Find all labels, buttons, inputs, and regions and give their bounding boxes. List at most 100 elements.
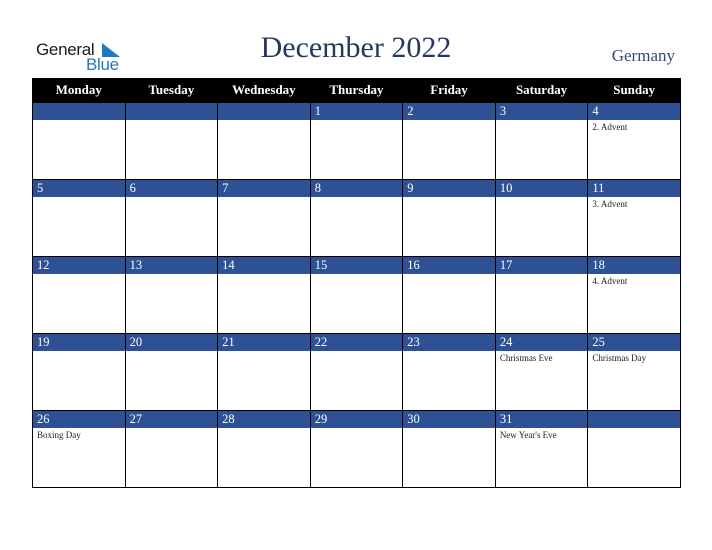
holiday-label xyxy=(126,428,218,430)
day-cell[interactable]: 25 Christmas Day xyxy=(587,333,681,411)
holiday-label: 3. Advent xyxy=(592,199,628,209)
day-number: 26 xyxy=(33,411,125,428)
day-number: 15 xyxy=(310,257,403,274)
week-row: 5 6 7 8 9 10 11 3. Advent xyxy=(32,179,681,257)
holiday-label xyxy=(311,120,403,122)
day-cell[interactable]: 3 xyxy=(494,102,589,180)
weekday-header-tuesday: Tuesday xyxy=(124,78,219,103)
day-cell[interactable]: 16 xyxy=(402,256,496,334)
day-number: 11 xyxy=(588,180,680,197)
day-number: 8 xyxy=(310,180,403,197)
day-cell[interactable]: 20 xyxy=(124,333,219,411)
day-cell[interactable]: 18 4. Advent xyxy=(587,256,681,334)
day-cell[interactable]: 2 xyxy=(402,102,496,180)
day-number: 31 xyxy=(495,411,588,428)
holiday-label: New Year's Eve xyxy=(499,430,557,440)
day-cell[interactable]: 23 xyxy=(402,333,496,411)
day-cell[interactable]: 29 xyxy=(309,410,404,488)
holiday-label xyxy=(33,351,125,353)
holiday-label xyxy=(218,428,310,430)
day-cell[interactable] xyxy=(217,102,311,180)
holiday-label xyxy=(311,274,403,276)
day-cell[interactable]: 14 xyxy=(217,256,311,334)
holiday-label xyxy=(126,120,218,122)
holiday-label xyxy=(218,120,310,122)
week-row: 12 13 14 15 16 17 18 4. Advent xyxy=(32,256,681,334)
day-cell[interactable] xyxy=(32,102,126,180)
holiday-label xyxy=(126,197,218,199)
holiday-label: Christmas Day xyxy=(592,353,647,363)
day-cell[interactable]: 13 xyxy=(124,256,219,334)
day-number: 7 xyxy=(218,180,310,197)
holiday-label xyxy=(311,351,403,353)
day-cell[interactable]: 22 xyxy=(309,333,404,411)
day-cell[interactable]: 5 xyxy=(32,179,126,257)
day-cell[interactable]: 24 Christmas Eve xyxy=(494,333,589,411)
weekday-header-friday: Friday xyxy=(402,78,496,103)
week-row: 19 20 21 22 23 24 Christmas Eve 25 Christmas Day xyxy=(32,333,681,411)
day-cell[interactable]: 10 xyxy=(494,179,589,257)
day-cell[interactable]: 8 xyxy=(309,179,404,257)
day-number: 9 xyxy=(403,180,495,197)
day-cell[interactable]: 6 xyxy=(124,179,219,257)
day-number: 4 xyxy=(588,103,680,120)
holiday-label xyxy=(403,120,495,122)
holiday-label xyxy=(496,197,588,199)
day-cell[interactable]: 1 xyxy=(309,102,404,180)
day-number: 12 xyxy=(33,257,125,274)
day-cell[interactable]: 30 xyxy=(402,410,496,488)
day-cell[interactable]: 17 xyxy=(494,256,589,334)
day-cell[interactable]: 7 xyxy=(217,179,311,257)
day-cell[interactable]: 15 xyxy=(309,256,404,334)
holiday-label xyxy=(496,120,588,122)
day-cell[interactable] xyxy=(124,102,219,180)
day-number: 29 xyxy=(310,411,403,428)
day-cell[interactable]: 26 Boxing Day xyxy=(32,410,126,488)
page-title: December 2022 xyxy=(260,31,452,64)
weekday-header-saturday: Saturday xyxy=(494,78,589,103)
country-label: Germany xyxy=(611,46,675,65)
day-number: 25 xyxy=(588,334,680,351)
holiday-label xyxy=(33,274,125,276)
day-number: 6 xyxy=(125,180,218,197)
holiday-label xyxy=(126,351,218,353)
holiday-label xyxy=(496,274,588,276)
holiday-label xyxy=(588,428,680,430)
day-cell[interactable]: 28 xyxy=(217,410,311,488)
day-number: 10 xyxy=(495,180,588,197)
day-cell[interactable]: 19 xyxy=(32,333,126,411)
day-number xyxy=(33,103,125,120)
day-cell[interactable]: 4 2. Advent xyxy=(587,102,681,180)
week-row: 26 Boxing Day 27 28 29 30 31 New Year's Eve xyxy=(32,410,681,488)
holiday-label: Christmas Eve xyxy=(499,353,553,363)
day-number xyxy=(218,103,310,120)
day-number: 18 xyxy=(588,257,680,274)
holiday-label xyxy=(311,197,403,199)
day-number: 30 xyxy=(403,411,495,428)
holiday-label xyxy=(311,428,403,430)
holiday-label xyxy=(218,274,310,276)
holiday-label xyxy=(33,120,125,122)
day-number xyxy=(588,411,680,428)
day-cell[interactable]: 11 3. Advent xyxy=(587,179,681,257)
day-cell[interactable]: 21 xyxy=(217,333,311,411)
day-number: 23 xyxy=(403,334,495,351)
day-cell[interactable]: 12 xyxy=(32,256,126,334)
week-row: 1 2 3 4 2. Advent xyxy=(32,102,681,180)
day-cell[interactable]: 27 xyxy=(124,410,219,488)
holiday-label xyxy=(126,274,218,276)
day-number: 13 xyxy=(125,257,218,274)
day-number: 24 xyxy=(495,334,588,351)
day-number: 28 xyxy=(218,411,310,428)
weekday-header-sunday: Sunday xyxy=(587,78,681,103)
day-cell[interactable]: 31 New Year's Eve xyxy=(494,410,589,488)
holiday-label xyxy=(33,197,125,199)
day-cell[interactable] xyxy=(587,410,681,488)
weekday-header-wednesday: Wednesday xyxy=(217,78,311,103)
day-number: 3 xyxy=(495,103,588,120)
day-cell[interactable]: 9 xyxy=(402,179,496,257)
weekday-header-thursday: Thursday xyxy=(309,78,404,103)
day-number xyxy=(125,103,218,120)
weekday-header-row: Monday Tuesday Wednesday Thursday Friday Satu… xyxy=(32,78,681,103)
day-number: 2 xyxy=(403,103,495,120)
